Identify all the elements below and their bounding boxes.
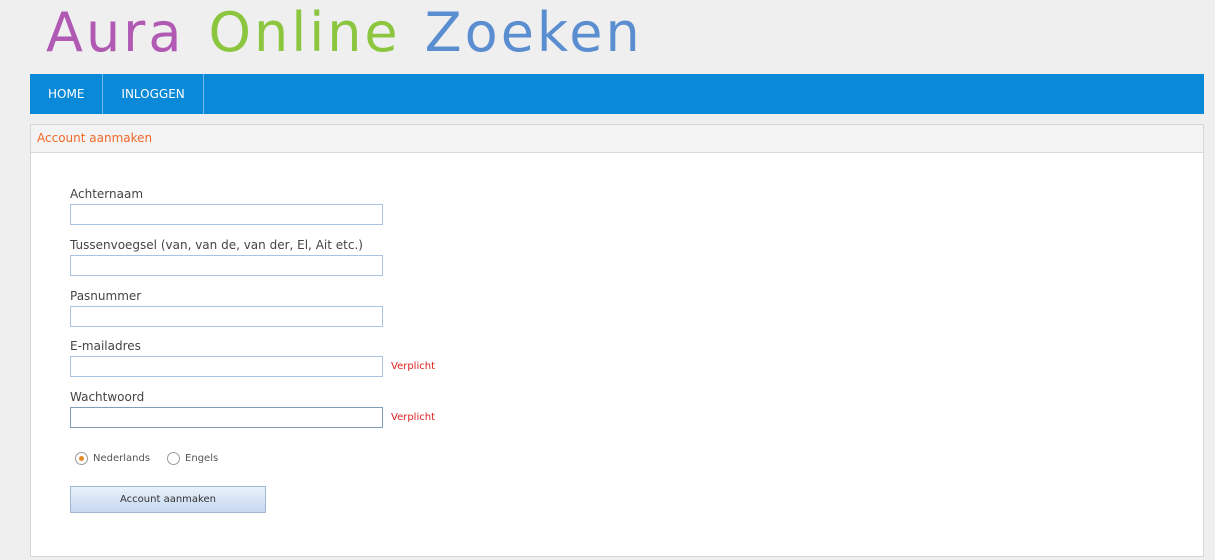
nav-item-home[interactable]: HOME (30, 74, 104, 114)
email-input[interactable] (70, 356, 383, 377)
email-label: E-mailadres (70, 339, 141, 353)
radio-unselected-icon[interactable] (167, 452, 181, 465)
tussenvoegsel-input[interactable] (70, 255, 383, 276)
radio-engels[interactable]: Engels (167, 452, 218, 465)
create-account-button[interactable]: Account aanmaken (70, 486, 266, 513)
logo-word-zoeken: Zoeken (424, 1, 643, 64)
account-panel: Account aanmaken Achternaam Tussenvoegse… (30, 124, 1204, 557)
pasnummer-label: Pasnummer (70, 289, 142, 303)
achternaam-label: Achternaam (70, 187, 144, 201)
logo-word-online: Online (208, 1, 401, 64)
language-radio-group: Nederlands Engels (75, 452, 218, 465)
wachtwoord-label: Wachtwoord (70, 390, 145, 404)
main-navigation: HOME INLOGGEN (30, 74, 1204, 114)
wachtwoord-input[interactable] (70, 407, 383, 428)
radio-nederlands-label: Nederlands (93, 453, 151, 464)
achternaam-input[interactable] (70, 204, 383, 225)
site-logo: Aura Online Zoeken (46, 2, 643, 68)
nav-item-inloggen[interactable]: INLOGGEN (103, 74, 204, 114)
pasnummer-input[interactable] (70, 306, 383, 327)
logo-word-aura: Aura (46, 1, 185, 64)
radio-engels-label: Engels (185, 453, 219, 464)
wachtwoord-required-text: Verplicht (391, 412, 435, 423)
email-required-text: Verplicht (391, 361, 435, 372)
tussenvoegsel-label: Tussenvoegsel (van, van de, van der, El,… (70, 238, 363, 252)
radio-selected-icon[interactable] (75, 452, 88, 465)
panel-title: Account aanmaken (31, 125, 1203, 153)
radio-nederlands[interactable]: Nederlands (75, 452, 150, 465)
